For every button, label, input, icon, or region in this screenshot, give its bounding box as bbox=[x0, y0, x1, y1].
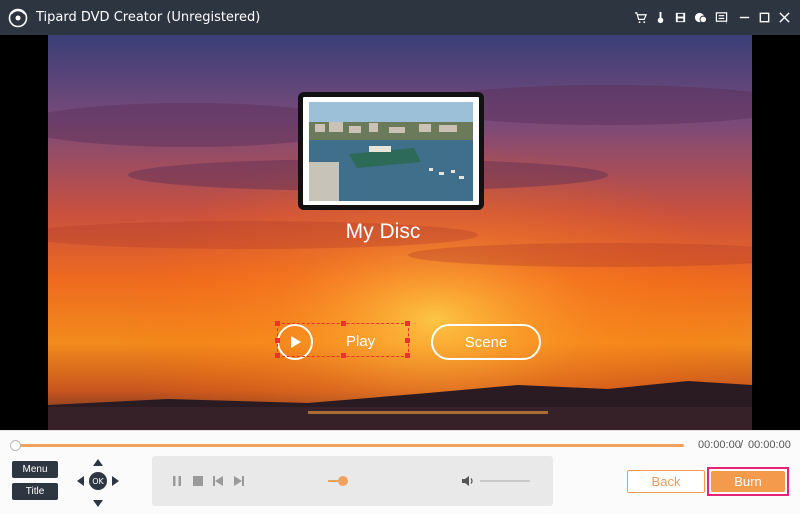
playback-controls bbox=[152, 456, 553, 506]
window-title: Tipard DVD Creator (Unregistered) bbox=[36, 10, 261, 25]
title-button[interactable]: Title bbox=[12, 483, 58, 500]
menu-thumbnail-frame[interactable] bbox=[298, 92, 484, 210]
harbor-thumbnail-image bbox=[309, 102, 473, 201]
total-time: 00:00:00 bbox=[748, 439, 791, 451]
app-logo-icon bbox=[8, 8, 28, 28]
chat-icon[interactable] bbox=[692, 9, 708, 25]
play-icon bbox=[291, 336, 301, 348]
feedback-icon[interactable] bbox=[713, 9, 729, 25]
stop-icon[interactable] bbox=[191, 474, 205, 488]
key-icon[interactable] bbox=[652, 9, 668, 25]
title-bar: Tipard DVD Creator (Unregistered) bbox=[0, 0, 800, 35]
scene-button[interactable]: Scene bbox=[431, 324, 541, 360]
volume-icon[interactable] bbox=[461, 474, 475, 488]
timeline-handle[interactable] bbox=[10, 440, 21, 451]
cart-icon[interactable] bbox=[632, 9, 648, 25]
player-control-panel: 00:00:00 / 00:00:00 Menu Title OK Back B… bbox=[0, 430, 800, 514]
time-separator: / bbox=[740, 439, 744, 451]
play-label[interactable]: Play bbox=[346, 333, 375, 350]
minimize-icon[interactable] bbox=[736, 9, 752, 25]
disc-title[interactable]: My Disc bbox=[300, 220, 466, 244]
ok-button[interactable]: OK bbox=[89, 472, 107, 490]
timeline-track[interactable] bbox=[14, 444, 684, 447]
close-icon[interactable] bbox=[776, 9, 792, 25]
arrow-right-icon[interactable] bbox=[112, 476, 119, 486]
back-button[interactable]: Back bbox=[627, 470, 705, 493]
burn-button[interactable]: Burn bbox=[711, 471, 785, 492]
arrow-left-icon[interactable] bbox=[77, 476, 84, 486]
volume-handle[interactable] bbox=[338, 476, 348, 486]
previous-icon[interactable] bbox=[211, 474, 225, 488]
menu-button[interactable]: Menu bbox=[12, 461, 58, 478]
volume-track[interactable] bbox=[480, 480, 530, 482]
arrow-down-icon[interactable] bbox=[93, 500, 103, 507]
maximize-icon[interactable] bbox=[756, 9, 772, 25]
next-icon[interactable] bbox=[232, 474, 246, 488]
pause-icon[interactable] bbox=[170, 474, 184, 488]
navigation-dpad: OK bbox=[74, 459, 122, 507]
arrow-up-icon[interactable] bbox=[93, 459, 103, 466]
save-icon[interactable] bbox=[672, 9, 688, 25]
menu-preview: My Disc Play Scene bbox=[0, 35, 800, 430]
play-button[interactable] bbox=[277, 324, 313, 360]
current-time: 00:00:00 bbox=[698, 439, 741, 451]
